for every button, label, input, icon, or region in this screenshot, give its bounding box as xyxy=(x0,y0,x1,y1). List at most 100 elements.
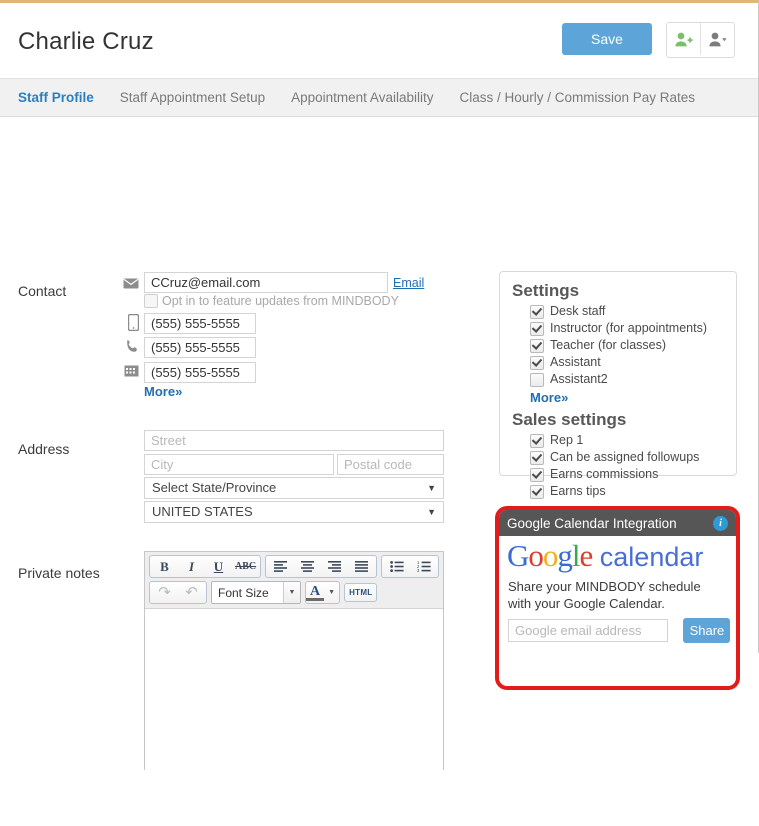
logo-letter-g: G xyxy=(507,538,529,573)
user-menu-button[interactable] xyxy=(700,23,734,55)
bullet-list-icon xyxy=(389,561,404,572)
page-header: Charlie Cruz Save xyxy=(0,3,758,78)
checkbox-label: Earns tips xyxy=(550,484,606,498)
chevron-down-icon: ▼ xyxy=(328,589,336,596)
share-button[interactable]: Share xyxy=(683,618,731,643)
underline-button[interactable]: U xyxy=(205,557,232,576)
optin-checkbox-row[interactable]: Opt in to feature updates from MINDBODY xyxy=(144,294,399,308)
logo-letter-o2: o xyxy=(542,538,558,573)
user-dropdown-icon xyxy=(708,32,727,46)
save-button[interactable]: Save xyxy=(562,23,652,55)
contact-more-link[interactable]: More» xyxy=(144,383,182,401)
checkbox-rep-1[interactable]: Rep 1 xyxy=(530,433,736,448)
chevron-down-icon: ▼ xyxy=(427,483,436,493)
google-calendar-logo: Google calendar xyxy=(499,536,736,574)
add-user-button[interactable] xyxy=(667,23,700,55)
email-input[interactable] xyxy=(144,272,388,293)
undo-button[interactable]: ↶ xyxy=(178,583,205,602)
checkbox-teacher[interactable]: Teacher (for classes) xyxy=(530,338,736,353)
settings-checkbox-list: Desk staff Instructor (for appointments)… xyxy=(530,304,736,387)
rte-align-group xyxy=(265,555,378,578)
font-size-select[interactable]: Font Size ▼ xyxy=(211,581,301,604)
optin-checkbox[interactable] xyxy=(144,294,158,308)
fax-input[interactable] xyxy=(144,362,256,383)
city-input[interactable] xyxy=(144,454,334,475)
redo-button[interactable]: ↷ xyxy=(151,583,178,602)
tab-appointment-availability[interactable]: Appointment Availability xyxy=(291,90,433,105)
settings-title: Settings xyxy=(512,281,580,300)
rte-format-group: B I U ABC xyxy=(149,555,262,578)
settings-more-label: More xyxy=(530,390,562,405)
logo-letter-l: l xyxy=(571,538,581,573)
tab-staff-profile[interactable]: Staff Profile xyxy=(18,90,94,105)
align-justify-icon xyxy=(355,561,369,572)
checkbox-earns-tips[interactable]: Earns tips xyxy=(530,484,736,499)
state-province-select[interactable]: Select State/Province ▼ xyxy=(144,477,444,499)
html-source-button[interactable]: HTML xyxy=(344,583,378,602)
checkbox-instructor[interactable]: Instructor (for appointments) xyxy=(530,321,736,336)
private-notes-textarea[interactable] xyxy=(145,609,443,826)
checkbox-assistant2[interactable]: Assistant2 xyxy=(530,372,736,387)
logo-letter-g2: g xyxy=(557,538,572,573)
email-link[interactable]: Email xyxy=(393,276,424,290)
rte-history-group: ↷ ↶ xyxy=(149,581,207,604)
info-icon[interactable]: i xyxy=(713,515,728,531)
postal-code-input[interactable] xyxy=(337,454,444,475)
checkbox-icon xyxy=(530,304,544,319)
checkbox-icon xyxy=(530,372,544,387)
font-color-icon: A xyxy=(306,584,325,601)
align-right-button[interactable] xyxy=(321,557,348,576)
google-calendar-integration-card: Google Calendar Integration i Google cal… xyxy=(495,506,740,690)
checkbox-label: Assistant xyxy=(550,355,601,369)
font-color-button[interactable]: A ▼ xyxy=(305,581,341,604)
contact-more-label: More xyxy=(144,384,176,399)
street-input[interactable] xyxy=(144,430,444,451)
phone-icon xyxy=(123,337,141,355)
align-right-icon xyxy=(328,561,342,572)
address-section-label: Address xyxy=(18,441,70,457)
chevron-down-icon: ▼ xyxy=(283,582,300,603)
checkbox-desk-staff[interactable]: Desk staff xyxy=(530,304,736,319)
page-title: Charlie Cruz xyxy=(18,28,154,55)
italic-button[interactable]: I xyxy=(178,557,205,576)
tab-bar: Staff Profile Staff Appointment Setup Ap… xyxy=(0,78,758,117)
contact-section-label: Contact xyxy=(18,283,67,299)
tab-staff-appointment-setup[interactable]: Staff Appointment Setup xyxy=(120,90,265,105)
checkbox-label: Teacher (for classes) xyxy=(550,338,667,352)
country-value: UNITED STATES xyxy=(152,504,253,519)
numbered-list-button[interactable]: 123 xyxy=(410,557,437,576)
settings-more-link[interactable]: More» xyxy=(530,389,736,407)
logo-letter-e: e xyxy=(579,538,594,573)
checkbox-icon xyxy=(530,450,544,465)
user-plus-icon xyxy=(675,32,693,46)
checkbox-label: Rep 1 xyxy=(550,433,584,447)
mobile-phone-input[interactable] xyxy=(144,313,256,334)
header-icon-group xyxy=(666,22,735,58)
bullet-list-button[interactable] xyxy=(383,557,410,576)
strikethrough-button[interactable]: ABC xyxy=(232,557,259,576)
checkbox-label: Instructor (for appointments) xyxy=(550,321,708,335)
email-icon xyxy=(122,274,140,292)
mobile-phone-icon xyxy=(124,313,142,331)
align-justify-button[interactable] xyxy=(348,557,375,576)
tab-pay-rates[interactable]: Class / Hourly / Commission Pay Rates xyxy=(459,90,695,105)
checkbox-icon xyxy=(530,338,544,353)
checkbox-assistant[interactable]: Assistant xyxy=(530,355,736,370)
bold-button[interactable]: B xyxy=(151,557,178,576)
align-center-button[interactable] xyxy=(294,557,321,576)
align-left-button[interactable] xyxy=(267,557,294,576)
chevron-down-icon: ▼ xyxy=(427,507,436,517)
optin-label: Opt in to feature updates from MINDBODY xyxy=(162,294,399,308)
country-select[interactable]: UNITED STATES ▼ xyxy=(144,501,444,523)
checkbox-icon xyxy=(530,433,544,448)
checkbox-earns-commissions[interactable]: Earns commissions xyxy=(530,467,736,482)
svg-text:3: 3 xyxy=(417,568,420,572)
checkbox-icon xyxy=(530,355,544,370)
phone-input[interactable] xyxy=(144,337,256,358)
google-email-input[interactable] xyxy=(508,619,668,642)
align-center-icon xyxy=(301,561,315,572)
checkbox-assigned-followups[interactable]: Can be assigned followups xyxy=(530,450,736,465)
checkbox-label: Desk staff xyxy=(550,304,606,318)
private-notes-editor: B I U ABC 1 2 3 ↷ ↶ Font Size ▼ A ▼ HTML xyxy=(144,551,444,826)
state-province-value: Select State/Province xyxy=(152,480,277,495)
